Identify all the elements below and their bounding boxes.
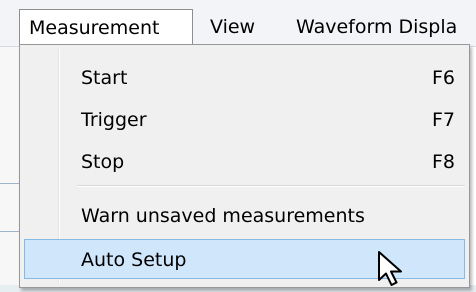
menu-waveform-display[interactable]: Waveform Displa	[296, 9, 457, 45]
menu-item-label: Warn unsaved measurements	[81, 205, 365, 227]
menu-item-label: Start	[81, 67, 128, 89]
menu-item-trigger[interactable]: Trigger F7	[24, 100, 465, 140]
background-window	[0, 47, 19, 292]
menu-measurement[interactable]: Measurement	[19, 9, 193, 45]
menu-item-label: Trigger	[81, 109, 147, 131]
shortcut-text: F6	[432, 67, 456, 89]
menu-bar: Measurement View Waveform Displa	[0, 0, 476, 47]
menu-item-label: Stop	[81, 151, 125, 173]
menu-view[interactable]: View	[210, 9, 255, 45]
menu-item-start[interactable]: Start F6	[24, 58, 465, 98]
mouse-cursor-icon	[378, 251, 402, 286]
menu-separator	[77, 185, 465, 186]
shortcut-text: F7	[432, 109, 456, 131]
menu-item-stop[interactable]: Stop F8	[24, 142, 465, 182]
menu-item-label: Auto Setup	[81, 249, 187, 271]
menu-item-warn-unsaved-measurements[interactable]: Warn unsaved measurements	[24, 196, 465, 236]
shortcut-text: F8	[432, 151, 456, 173]
background-gridline	[0, 231, 19, 232]
background-gridline	[0, 183, 19, 184]
